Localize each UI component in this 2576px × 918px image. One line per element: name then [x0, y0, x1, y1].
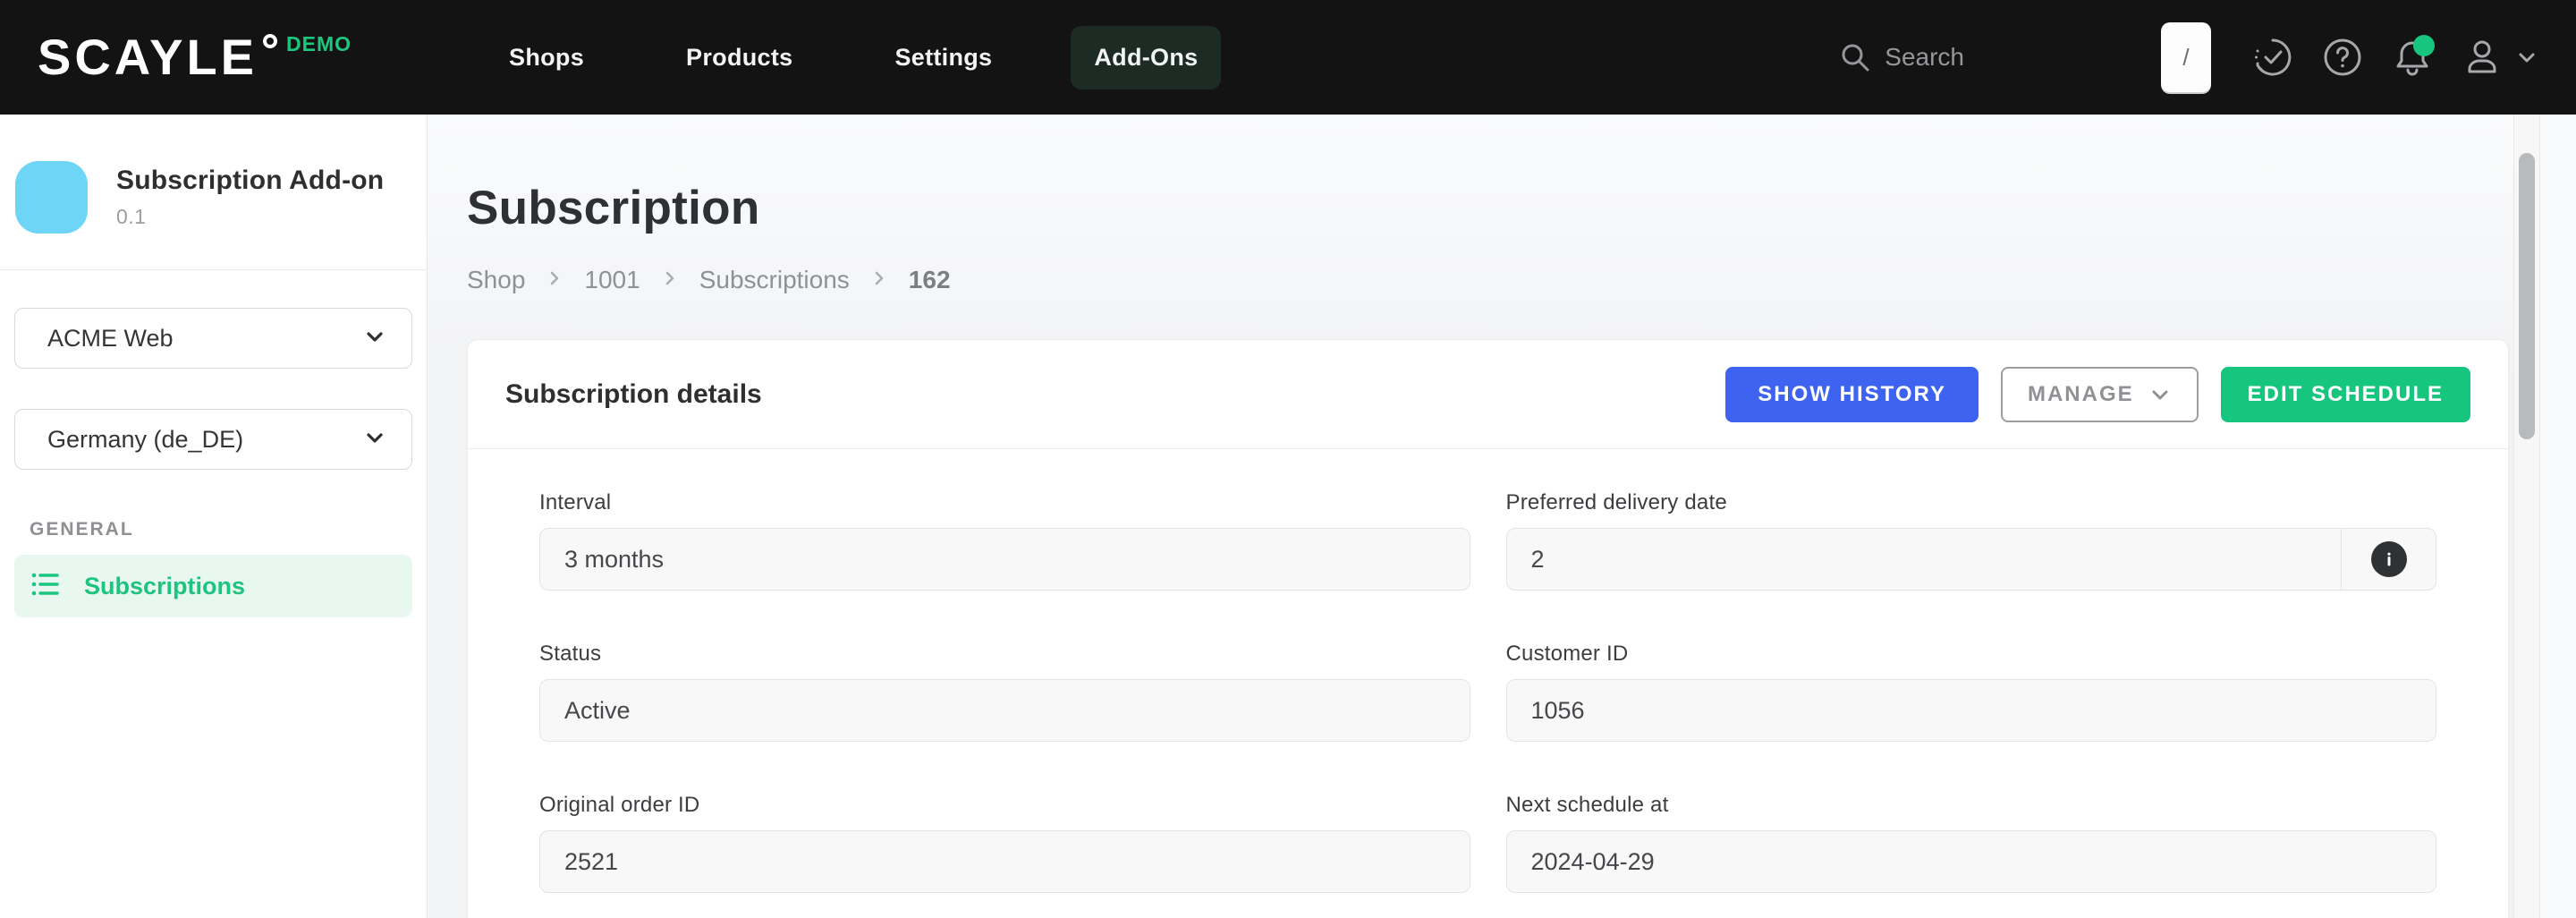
field-label: Interval	[539, 490, 1470, 515]
nav-item-settings[interactable]: Settings	[871, 26, 1015, 89]
field-preferred-delivery-date: Preferred delivery date 2	[1506, 490, 2437, 591]
locale-select[interactable]: Germany (de_DE)	[14, 409, 412, 470]
right-gutter	[2540, 115, 2576, 918]
nav-item-shops[interactable]: Shops	[486, 26, 607, 89]
logo-wordmark: SCAYLE	[38, 0, 258, 115]
search-icon	[1840, 42, 1870, 72]
field-original-order-id: Original order ID 2521	[539, 793, 1470, 893]
user-menu[interactable]	[2460, 35, 2540, 80]
field-interval: Interval 3 months	[539, 490, 1470, 591]
breadcrumb: Shop 1001 Subscriptions 162	[467, 266, 2509, 294]
main-content: Subscription Shop 1001 Subscriptions 162…	[428, 115, 2514, 918]
edit-schedule-button[interactable]: EDIT SCHEDULE	[2221, 367, 2470, 422]
chevron-right-icon	[869, 268, 889, 293]
field-label: Status	[539, 642, 1470, 667]
shop-select[interactable]: ACME Web	[14, 308, 412, 369]
field-label: Preferred delivery date	[1506, 490, 2437, 515]
next-schedule-at-input[interactable]: 2024-04-29	[1506, 830, 2437, 893]
notifications-bell-icon[interactable]	[2390, 35, 2435, 80]
manage-button[interactable]: MANAGE	[2001, 367, 2199, 422]
notification-dot	[2413, 35, 2435, 56]
original-order-id-input[interactable]: 2521	[539, 830, 1470, 893]
breadcrumb-subscriptions[interactable]: Subscriptions	[699, 266, 850, 294]
customer-id-input[interactable]: 1056	[1506, 679, 2437, 742]
shop-select-value: ACME Web	[47, 325, 174, 353]
nav-item-products[interactable]: Products	[663, 26, 816, 89]
scrollbar-thumb[interactable]	[2519, 153, 2535, 439]
sidebar-item-label: Subscriptions	[84, 573, 245, 600]
help-icon[interactable]	[2320, 35, 2365, 80]
chevron-down-icon	[2513, 44, 2540, 71]
info-icon	[2371, 541, 2407, 577]
field-value: 2024-04-29	[1507, 848, 2436, 876]
chevron-right-icon	[545, 268, 564, 293]
addon-name: Subscription Add-on	[116, 166, 384, 196]
list-icon	[30, 569, 61, 604]
sidebar-section-general: GENERAL	[30, 519, 427, 540]
field-label: Next schedule at	[1506, 793, 2437, 818]
keycap-char: /	[2182, 44, 2189, 72]
main-nav: Shops Products Settings Add-Ons	[486, 26, 1221, 89]
search-label: Search	[1885, 43, 1964, 72]
breadcrumb-current: 162	[909, 266, 951, 294]
chevron-down-icon	[363, 426, 386, 454]
card-title: Subscription details	[505, 379, 762, 410]
search-button[interactable]: Search	[1840, 42, 1964, 72]
top-navbar: SCAYLE DEMO Shops Products Settings Add-…	[0, 0, 2576, 115]
field-info-suffix[interactable]	[2341, 529, 2436, 590]
sidebar-item-subscriptions[interactable]: Subscriptions	[14, 555, 412, 617]
field-value: 2	[1507, 546, 2342, 574]
pending-tasks-icon[interactable]	[2250, 35, 2295, 80]
field-label: Customer ID	[1506, 642, 2437, 667]
field-value: 2521	[540, 848, 1470, 876]
scayle-logo[interactable]: SCAYLE DEMO	[38, 0, 352, 115]
sidebar-divider	[0, 269, 427, 270]
breadcrumb-shop[interactable]: Shop	[467, 266, 525, 294]
locale-select-value: Germany (de_DE)	[47, 426, 243, 454]
field-value: 3 months	[540, 546, 1470, 574]
status-input[interactable]: Active	[539, 679, 1470, 742]
field-label: Original order ID	[539, 793, 1470, 818]
field-next-schedule-at: Next schedule at 2024-04-29	[1506, 793, 2437, 893]
logo-ring-icon	[263, 34, 277, 48]
chevron-right-icon	[660, 268, 680, 293]
breadcrumb-shop-id[interactable]: 1001	[584, 266, 640, 294]
preferred-delivery-date-input[interactable]: 2	[1506, 528, 2437, 591]
page-title: Subscription	[467, 181, 2509, 235]
demo-badge: DEMO	[286, 32, 352, 56]
field-customer-id: Customer ID 1056	[1506, 642, 2437, 742]
nav-item-addons[interactable]: Add-Ons	[1071, 26, 1221, 89]
chevron-down-icon	[2148, 383, 2172, 406]
show-history-button[interactable]: SHOW HISTORY	[1725, 367, 1979, 422]
manage-button-label: MANAGE	[2028, 382, 2134, 407]
field-value: Active	[540, 697, 1470, 725]
chevron-down-icon	[363, 325, 386, 353]
user-icon	[2460, 35, 2504, 80]
field-value: 1056	[1507, 697, 2436, 725]
scrollbar-track[interactable]	[2513, 115, 2540, 918]
field-status: Status Active	[539, 642, 1470, 742]
slash-keycap: /	[2161, 22, 2211, 92]
addon-app-icon	[15, 161, 88, 234]
addon-version: 0.1	[116, 205, 384, 229]
interval-input[interactable]: 3 months	[539, 528, 1470, 591]
sidebar: Subscription Add-on 0.1 ACME Web Germany…	[0, 115, 428, 918]
subscription-details-card: Subscription details SHOW HISTORY MANAGE…	[467, 339, 2509, 918]
